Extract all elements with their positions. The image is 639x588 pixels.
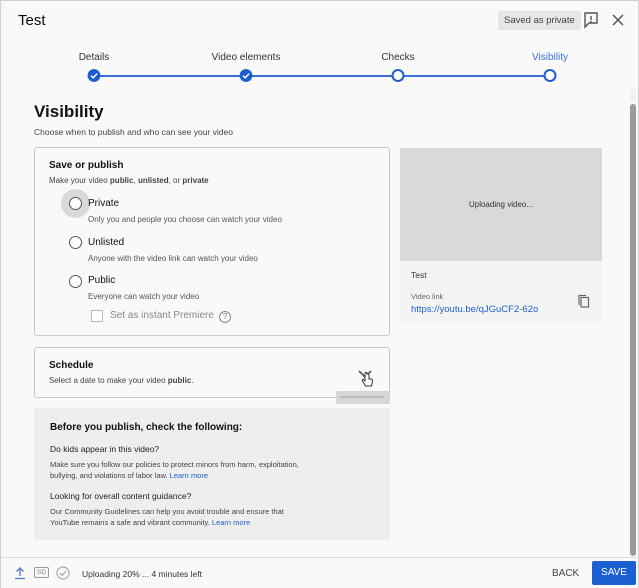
step-visibility-dot[interactable] (543, 69, 557, 82)
instant-premiere-label: Set as instant Premiere (110, 310, 214, 321)
step-details-label[interactable]: Details (79, 52, 110, 63)
help-icon[interactable]: ? (219, 311, 231, 323)
private-option-label[interactable]: Private (88, 198, 119, 209)
step-visibility-label[interactable]: Visibility (532, 52, 568, 63)
step-checks-label[interactable]: Checks (381, 52, 414, 63)
stepper-track (93, 75, 550, 77)
checklist-paragraph-guidance: Our Community Guidelines can help you av… (50, 507, 284, 527)
publish-checklist: Before you publish, check the following:… (34, 408, 390, 540)
scrollbar-thumb[interactable] (630, 104, 636, 556)
copy-icon[interactable] (577, 294, 590, 308)
step-video-elements-label[interactable]: Video elements (212, 52, 281, 63)
unlisted-radio[interactable] (69, 236, 82, 249)
checklist-question-kids: Do kids appear in this video? (50, 444, 160, 454)
save-button[interactable]: SAVE (592, 561, 636, 585)
checks-complete-icon (56, 566, 70, 580)
public-radio[interactable] (69, 275, 82, 288)
upload-stepper: Details Video elements Checks Visibility (1, 45, 638, 89)
close-icon[interactable] (609, 11, 627, 29)
checklist-paragraph-kids: Make sure you follow our policies to pro… (50, 460, 299, 480)
upload-icon (15, 567, 25, 580)
step-video-elements-check-icon[interactable] (239, 69, 253, 82)
private-option-desc: Only you and people you choose can watch… (88, 215, 282, 224)
video-link[interactable]: https://youtu.be/qJGuCF2-62o (411, 304, 538, 315)
checklist-heading: Before you publish, check the following: (50, 422, 243, 433)
public-option-desc: Everyone can watch your video (88, 292, 200, 301)
hd-processing-icon: SD (34, 567, 49, 578)
save-or-publish-card: Save or publish Make your video public, … (34, 147, 390, 336)
saved-status-badge: Saved as private (498, 11, 581, 30)
step-checks-dot[interactable] (391, 69, 405, 82)
uploading-video-text: Uploading video... (468, 200, 534, 209)
schedule-title: Schedule (49, 360, 94, 371)
instant-premiere-checkbox[interactable] (91, 310, 103, 322)
tooltip (336, 391, 390, 404)
save-or-publish-subtitle: Make your video public, unlisted, or pri… (49, 176, 209, 185)
checklist-question-guidance: Looking for overall content guidance? (50, 491, 192, 501)
learn-more-link[interactable]: Learn more (170, 471, 208, 480)
upload-dialog: Test Saved as private Details Video elem… (0, 0, 639, 588)
unlisted-option-label[interactable]: Unlisted (88, 237, 124, 248)
private-radio[interactable] (69, 197, 82, 210)
upload-status-text: Uploading 20% ... 4 minutes left (82, 569, 203, 579)
video-link-label: Video link (411, 292, 444, 301)
dialog-footer: SD Uploading 20% ... 4 minutes left BACK… (1, 557, 638, 588)
video-thumbnail: Uploading video... (400, 148, 602, 261)
back-button[interactable]: BACK (552, 568, 579, 579)
mouse-cursor-icon (361, 372, 374, 387)
report-issue-icon[interactable] (582, 11, 600, 29)
video-preview-card: Uploading video... Test Video link https… (400, 148, 602, 323)
dialog-title: Test (18, 12, 46, 29)
page-subtitle: Choose when to publish and who can see y… (34, 127, 233, 137)
page-title: Visibility (34, 102, 104, 121)
scrollbar-track (630, 89, 636, 101)
public-option-label[interactable]: Public (88, 275, 115, 286)
learn-more-link[interactable]: Learn more (212, 518, 250, 527)
save-or-publish-title: Save or publish (49, 160, 124, 171)
step-details-check-icon[interactable] (87, 69, 101, 82)
unlisted-option-desc: Anyone with the video link can watch you… (88, 254, 258, 263)
preview-video-title: Test (411, 270, 427, 280)
dialog-header: Test Saved as private (1, 1, 638, 41)
schedule-subtitle: Select a date to make your video public. (49, 376, 194, 385)
